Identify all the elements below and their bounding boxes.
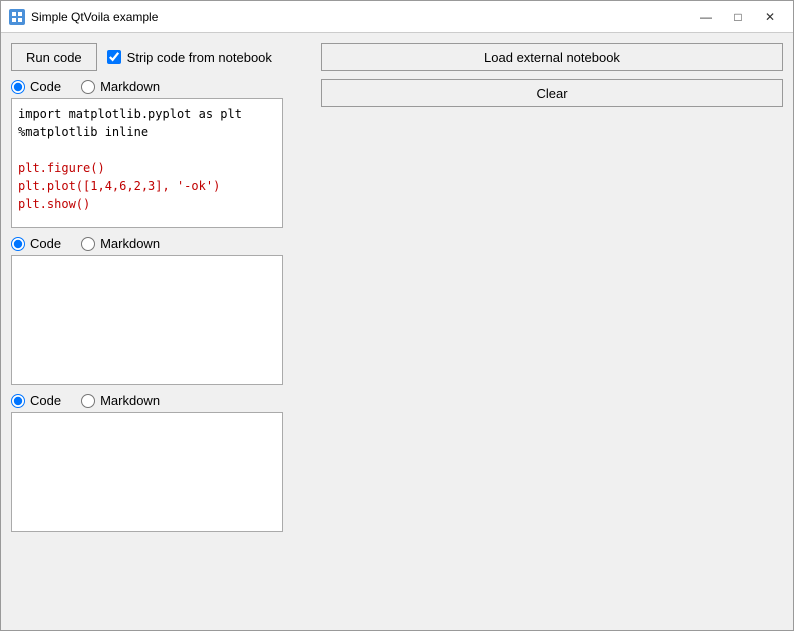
- cell-2-markdown-radio-label[interactable]: Markdown: [81, 236, 160, 251]
- cell-1-markdown-radio-label[interactable]: Markdown: [81, 79, 160, 94]
- cell-3-radio-row: Code Markdown: [11, 393, 311, 408]
- cell-1-markdown-label: Markdown: [100, 79, 160, 94]
- strip-code-label: Strip code from notebook: [127, 50, 272, 65]
- minimize-button[interactable]: —: [691, 7, 721, 27]
- code-line-5: plt.plot([1,4,6,2,3], '-ok'): [18, 177, 276, 195]
- right-panel: Load external notebook Clear: [321, 43, 783, 620]
- maximize-button[interactable]: □: [723, 7, 753, 27]
- code-line-6: plt.show(): [18, 195, 276, 213]
- cell-1-code-radio[interactable]: [11, 80, 25, 94]
- strip-code-checkbox[interactable]: [107, 50, 121, 64]
- cell-1-radio-row: Code Markdown: [11, 79, 311, 94]
- left-panel: Run code Strip code from notebook Code M…: [11, 43, 311, 620]
- cell-2-code-label: Code: [30, 236, 61, 251]
- cell-2-radio-row: Code Markdown: [11, 236, 311, 251]
- cell-2-code-radio[interactable]: [11, 237, 25, 251]
- main-window: Simple QtVoila example — □ ✕ Run code St…: [0, 0, 794, 631]
- main-content: Run code Strip code from notebook Code M…: [1, 33, 793, 630]
- cell-2: Code Markdown: [11, 236, 311, 385]
- code-line-3: [18, 141, 276, 159]
- cell-1-code-radio-label[interactable]: Code: [11, 79, 61, 94]
- cell-2-code-radio-label[interactable]: Code: [11, 236, 61, 251]
- clear-button[interactable]: Clear: [321, 79, 783, 107]
- cell-1-code-label: Code: [30, 79, 61, 94]
- cell-3-code-radio-label[interactable]: Code: [11, 393, 61, 408]
- toolbar: Run code Strip code from notebook: [11, 43, 311, 71]
- cell-2-markdown-radio[interactable]: [81, 237, 95, 251]
- cell-3: Code Markdown: [11, 393, 311, 532]
- code-line-4: plt.figure(): [18, 159, 276, 177]
- cell-1-markdown-radio[interactable]: [81, 80, 95, 94]
- code-line-1: import matplotlib.pyplot as plt: [18, 105, 276, 123]
- cell-3-markdown-label: Markdown: [100, 393, 160, 408]
- cell-3-code-radio[interactable]: [11, 394, 25, 408]
- cell-3-markdown-radio-label[interactable]: Markdown: [81, 393, 160, 408]
- title-bar: Simple QtVoila example — □ ✕: [1, 1, 793, 33]
- cell-3-editor[interactable]: [11, 412, 283, 532]
- window-controls: — □ ✕: [691, 7, 785, 27]
- cell-3-markdown-radio[interactable]: [81, 394, 95, 408]
- title-bar-left: Simple QtVoila example: [9, 9, 158, 25]
- close-button[interactable]: ✕: [755, 7, 785, 27]
- window-app-icon: [9, 9, 25, 25]
- load-external-notebook-button[interactable]: Load external notebook: [321, 43, 783, 71]
- window-title: Simple QtVoila example: [31, 10, 158, 24]
- cell-1-code-display[interactable]: import matplotlib.pyplot as plt %matplot…: [11, 98, 283, 228]
- cell-2-markdown-label: Markdown: [100, 236, 160, 251]
- cell-1: Code Markdown import matplotlib.pyplot a…: [11, 79, 311, 228]
- run-code-button[interactable]: Run code: [11, 43, 97, 71]
- strip-code-checkbox-label[interactable]: Strip code from notebook: [107, 50, 272, 65]
- cell-2-editor[interactable]: [11, 255, 283, 385]
- cell-3-code-label: Code: [30, 393, 61, 408]
- code-line-2: %matplotlib inline: [18, 123, 276, 141]
